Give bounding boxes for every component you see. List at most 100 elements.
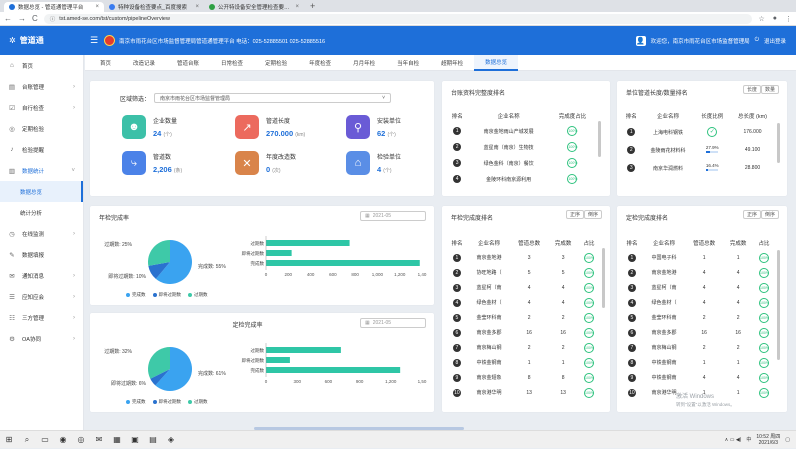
sidebar-item[interactable]: 数据总览	[0, 181, 83, 202]
logout-link[interactable]: 退出登录	[764, 37, 786, 45]
taskbar-app-icon[interactable]: ◉	[54, 431, 72, 449]
table-row[interactable]: 3 蓝星柯（南 4 4 100%	[621, 280, 775, 295]
table-row[interactable]: 7 南京梅山钢 2 2 100%	[446, 340, 600, 355]
sort-button[interactable]: 长度	[742, 85, 761, 94]
taskbar-app-icon[interactable]: ◎	[72, 431, 90, 449]
sort-button[interactable]: 正序	[742, 210, 761, 219]
table-row[interactable]: 1 中国电子科 1 1 100%	[621, 250, 775, 265]
annual-rank-scrollbar[interactable]	[602, 248, 605, 308]
table-row[interactable]: 5 金莹环科南 2 2 100%	[621, 310, 775, 325]
menu-icon[interactable]: ⋮	[785, 15, 792, 23]
taskbar-app-icon[interactable]: ▦	[108, 431, 126, 449]
table-row[interactable]: 1 南京金地港 3 3 100%	[446, 250, 600, 265]
browser-tab[interactable]: 特种设备检查要点_百度搜索 ×	[104, 2, 204, 12]
notification-icon[interactable]: ▢	[785, 437, 790, 443]
forward-button[interactable]: →	[18, 14, 26, 23]
legend-item[interactable]: 即将过期数	[152, 292, 181, 298]
table-row[interactable]: 4 绿色金材（ 4 4 100%	[446, 295, 600, 310]
sidebar-item[interactable]: ✎ 数据填报	[0, 244, 83, 265]
annual-date-picker[interactable]: ▦ 2021-05	[360, 211, 426, 221]
sidebar-item[interactable]: ♪ 检验提醒	[0, 139, 83, 160]
ime-indicator[interactable]: 中	[746, 436, 751, 443]
table-row[interactable]: 1 南京金地雨山产城发展 100%	[446, 123, 596, 139]
table-row[interactable]: 8 中铁金钢南 1 1 100%	[446, 355, 600, 370]
sort-button[interactable]: 数量	[760, 85, 779, 94]
close-tab-icon[interactable]: ×	[295, 4, 299, 10]
url-field[interactable]: ⓘ tst.amed-se.com/tst/custom/pipelineOve…	[43, 13, 753, 24]
table-row[interactable]: 9 中铁金钢南 4 4 100%	[621, 370, 775, 385]
sort-button[interactable]: 倒序	[583, 210, 602, 219]
browser-tab[interactable]: 数据总览 - 管道通管理平台 ×	[4, 2, 104, 12]
length-scrollbar[interactable]	[777, 123, 780, 163]
nav-tab[interactable]: 改造记录	[122, 55, 166, 71]
logout-icon[interactable]: ⏻	[755, 37, 759, 44]
periodic-rank-scrollbar[interactable]	[777, 250, 780, 360]
ledger-scrollbar[interactable]	[598, 121, 601, 157]
star-icon[interactable]: ☆	[758, 15, 764, 23]
pie-slice[interactable]	[148, 240, 170, 266]
taskbar-app-icon[interactable]: ▣	[126, 431, 144, 449]
nav-tab[interactable]: 定期检验	[254, 55, 298, 71]
nav-tab[interactable]: 首页	[89, 55, 122, 71]
table-row[interactable]: 5 金莹环科南 2 2 100%	[446, 310, 600, 325]
nav-tab[interactable]: 月月年检	[342, 55, 386, 71]
table-row[interactable]: 6 南京金多郡 16 16 100%	[621, 325, 775, 340]
table-row[interactable]: 9 南京金翅象 8 8 100%	[446, 370, 600, 385]
menu-toggle-icon[interactable]: ☰	[90, 35, 98, 46]
sidebar-item[interactable]: ☰ 应知应会 ›	[0, 286, 83, 307]
table-row[interactable]: 2 蓝星南（南京）生物技 100%	[446, 139, 596, 155]
nav-tab[interactable]: 数据总览	[474, 54, 519, 71]
nav-tab[interactable]: 当年自检	[386, 55, 430, 71]
sidebar-item[interactable]: ✉ 通知消息 ›	[0, 265, 83, 286]
table-row[interactable]: 7 南京梅山钢 2 2 100%	[621, 340, 775, 355]
table-row[interactable]: 8 中铁金钢南 1 1 100%	[621, 355, 775, 370]
legend-item[interactable]: 完成数	[126, 399, 146, 405]
sidebar-item[interactable]: ▤ 台账管理 ›	[0, 76, 83, 97]
legend-item[interactable]: 过期数	[188, 292, 208, 298]
user-avatar-icon[interactable]: 👤	[635, 35, 646, 46]
table-row[interactable]: 6 南京金多郡 16 16 100%	[446, 325, 600, 340]
sidebar-item[interactable]: ⌂ 首页	[0, 55, 83, 76]
sidebar-item[interactable]: ▥ 数据统计 ˅	[0, 160, 83, 181]
sidebar-item[interactable]: 统计分析	[0, 202, 83, 223]
sidebar-item[interactable]: ◎ 定期检验	[0, 118, 83, 139]
table-row[interactable]: 2 金陵雨花材料科 27.9% 49.100	[621, 141, 775, 159]
taskbar-app-icon[interactable]: ▤	[144, 431, 162, 449]
table-row[interactable]: 1 上海电科钢铁 ✓ 176.000	[621, 123, 775, 141]
legend-item[interactable]: 过期数	[188, 399, 208, 405]
nav-tab[interactable]: 年度检查	[298, 55, 342, 71]
taskbar-app-icon[interactable]: ▭	[36, 431, 54, 449]
back-button[interactable]: ←	[4, 14, 12, 23]
area-select[interactable]: 南京市雨花台区市场监督管理局 ˅	[154, 93, 392, 103]
profile-icon[interactable]: ●	[773, 15, 777, 23]
browser-tab[interactable]: 公开特设备安全管理检查要点 · ×	[204, 2, 304, 12]
table-row[interactable]: 2 协旺地路（ 5 5 100%	[446, 265, 600, 280]
bar[interactable]	[266, 367, 401, 373]
close-tab-icon[interactable]: ×	[95, 4, 99, 10]
taskbar-app-icon[interactable]: ⊞	[0, 431, 18, 449]
table-row[interactable]: 2 南京金地港 4 4 100%	[621, 265, 775, 280]
reload-button[interactable]: C	[32, 14, 38, 23]
clock[interactable]: 10:52 周四 2021/6/3	[756, 434, 780, 446]
nav-tab[interactable]: 超期年检	[430, 55, 474, 71]
table-row[interactable]: 4 绿色金材（ 4 4 100%	[621, 295, 775, 310]
table-row[interactable]: 10 南京港华明 13 13 100%	[446, 385, 600, 400]
legend-item[interactable]: 完成数	[126, 292, 146, 298]
close-tab-icon[interactable]: ×	[195, 4, 199, 10]
table-row[interactable]: 4 金陵环科南京源利用 100%	[446, 171, 596, 187]
new-tab-button[interactable]: +	[304, 1, 321, 12]
sort-button[interactable]: 倒序	[760, 210, 779, 219]
taskbar-app-icon[interactable]: ⌕	[18, 431, 36, 449]
sort-button[interactable]: 正序	[565, 210, 584, 219]
bar[interactable]	[266, 250, 292, 256]
nav-tab[interactable]: 管道台账	[166, 55, 210, 71]
periodic-date-picker[interactable]: ▦ 2021-05	[360, 318, 426, 328]
legend-item[interactable]: 即将过期数	[152, 399, 181, 405]
bar[interactable]	[266, 240, 350, 246]
taskbar-app-icon[interactable]: ✉	[90, 431, 108, 449]
table-row[interactable]: 3 绿色金科（南京）餐饮 100%	[446, 155, 596, 171]
nav-tab[interactable]: 日常检查	[210, 55, 254, 71]
table-row[interactable]: 3 南京华润燃料 16.4% 28.800	[621, 159, 775, 177]
taskbar-app-icon[interactable]: ◈	[162, 431, 180, 449]
tray-icons[interactable]: ∧ ▭ ◀)	[725, 437, 742, 443]
